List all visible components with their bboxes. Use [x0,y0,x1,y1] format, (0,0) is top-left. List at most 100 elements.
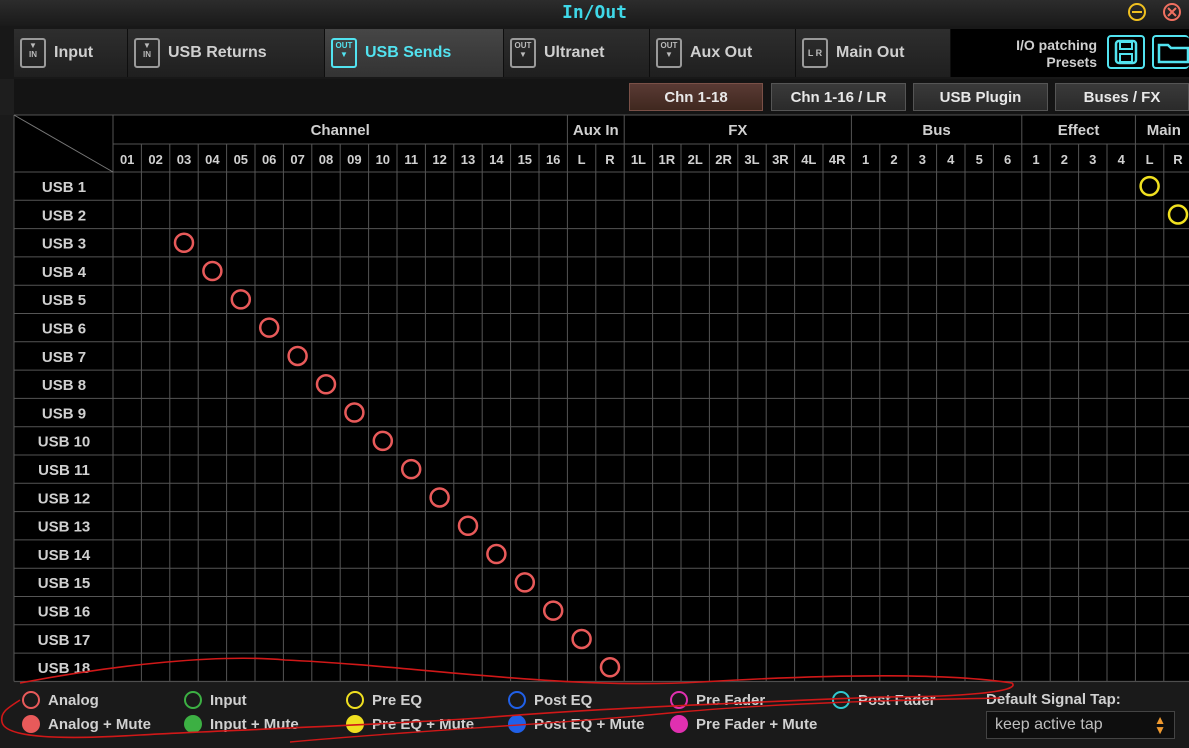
row-label: USB 18 [38,660,91,677]
signal-tap-value: keep active tap [995,716,1103,733]
column-header: R [1173,152,1183,167]
row-label: USB 15 [38,575,91,592]
column-header: 1L [631,152,646,167]
legend-post-eq-mute: Post EQ + Mute [508,715,644,733]
updown-arrow-icon: ▲ ▼ [1154,713,1166,737]
pre-fader-mute-indicator-icon [670,715,688,733]
column-header: 13 [461,152,475,167]
legend-label: Input + Mute [210,715,299,733]
column-header: 05 [234,152,248,167]
group-header: Effect [1058,122,1100,139]
column-header: 09 [347,152,361,167]
column-header: 08 [319,152,333,167]
signal-tap-label: Default Signal Tap: [986,691,1121,708]
column-header: 4 [947,152,955,167]
column-header: 16 [546,152,560,167]
group-header: Bus [922,122,950,139]
row-label: USB 4 [42,264,87,281]
column-header: 4 [1118,152,1126,167]
column-header: 4R [829,152,846,167]
legend-label: Pre EQ [372,691,423,709]
legend-pre-eq-mute: Pre EQ + Mute [346,715,474,733]
legend-label: Post EQ + Mute [534,715,645,733]
post-eq-indicator-icon [508,691,526,709]
legend-label: Pre Fader [696,691,766,709]
legend-label: Pre Fader + Mute [696,715,818,733]
legend-post-eq: Post EQ [508,691,592,709]
column-header: 2 [890,152,897,167]
legend-analog: Analog [22,691,99,709]
legend-label: Analog + Mute [48,715,151,733]
legend-label: Pre EQ + Mute [372,715,475,733]
legend-pre-eq: Pre EQ [346,691,422,709]
column-header: 03 [177,152,191,167]
routing-matrix: Channel Aux In FX Bus Effect Main 01 02 03 04 05 06… [13,114,1189,682]
column-header: 07 [290,152,304,167]
row-label: USB 5 [42,292,86,309]
row-label: USB 13 [38,519,91,536]
column-header: 4L [801,152,816,167]
column-header: 1 [1032,152,1039,167]
group-header: Aux In [573,122,619,139]
row-label: USB 6 [42,321,86,338]
column-header: 01 [120,152,134,167]
row-label: USB 10 [38,434,91,451]
column-header: 1 [862,152,869,167]
legend-pre-fader-mute: Pre Fader + Mute [670,715,817,733]
row-label: USB 14 [38,547,91,564]
input-mute-indicator-icon [184,715,202,733]
column-header: 1R [658,152,675,167]
column-header: 2 [1061,152,1068,167]
column-header: R [605,152,615,167]
group-header: FX [728,122,747,139]
pre-fader-indicator-icon [670,691,688,709]
column-header: 2L [688,152,703,167]
legend-post-fader: Post Fader [832,691,936,709]
column-header: 04 [205,152,220,167]
row-label: USB 1 [42,179,86,196]
group-header: Channel [311,122,370,139]
analog-mute-indicator-icon [22,715,40,733]
row-label: USB 7 [42,349,86,366]
group-header: Main [1147,122,1181,139]
pre-eq-indicator-icon [346,691,364,709]
legend-label: Input [210,691,247,709]
row-label: USB 3 [42,236,86,253]
column-header: 3L [744,152,759,167]
signal-tap-select[interactable]: keep active tap ▲ ▼ [986,711,1175,739]
column-header: 3 [1089,152,1096,167]
post-fader-indicator-icon [832,691,850,709]
column-header: 02 [148,152,162,167]
column-header: 3 [919,152,926,167]
row-label: USB 11 [38,462,90,479]
legend: Analog Input Pre EQ Post EQ Pre Fader Po… [0,683,1189,748]
column-header: 12 [432,152,446,167]
column-header: 6 [1004,152,1011,167]
column-header: 5 [976,152,983,167]
row-label: USB 8 [42,377,86,394]
legend-pre-fader: Pre Fader [670,691,765,709]
column-header: 10 [376,152,390,167]
analog-indicator-icon [22,691,40,709]
legend-analog-mute: Analog + Mute [22,715,151,733]
pre-eq-mute-indicator-icon [346,715,364,733]
legend-label: Post Fader [858,691,936,709]
column-header: 3R [772,152,789,167]
legend-input-mute: Input + Mute [184,715,299,733]
row-label: USB 16 [38,604,91,621]
column-header: 15 [518,152,532,167]
row-label: USB 2 [42,207,86,224]
legend-input: Input [184,691,247,709]
row-label: USB 17 [38,632,91,649]
column-header: 14 [489,152,504,167]
row-label: USB 12 [38,490,91,507]
column-header: L [1146,152,1154,167]
post-eq-mute-indicator-icon [508,715,526,733]
input-indicator-icon [184,691,202,709]
legend-label: Post EQ [534,691,593,709]
column-header: L [578,152,586,167]
column-header: 2R [715,152,732,167]
legend-label: Analog [48,691,99,709]
column-header: 11 [404,152,418,167]
row-label: USB 9 [42,405,86,422]
